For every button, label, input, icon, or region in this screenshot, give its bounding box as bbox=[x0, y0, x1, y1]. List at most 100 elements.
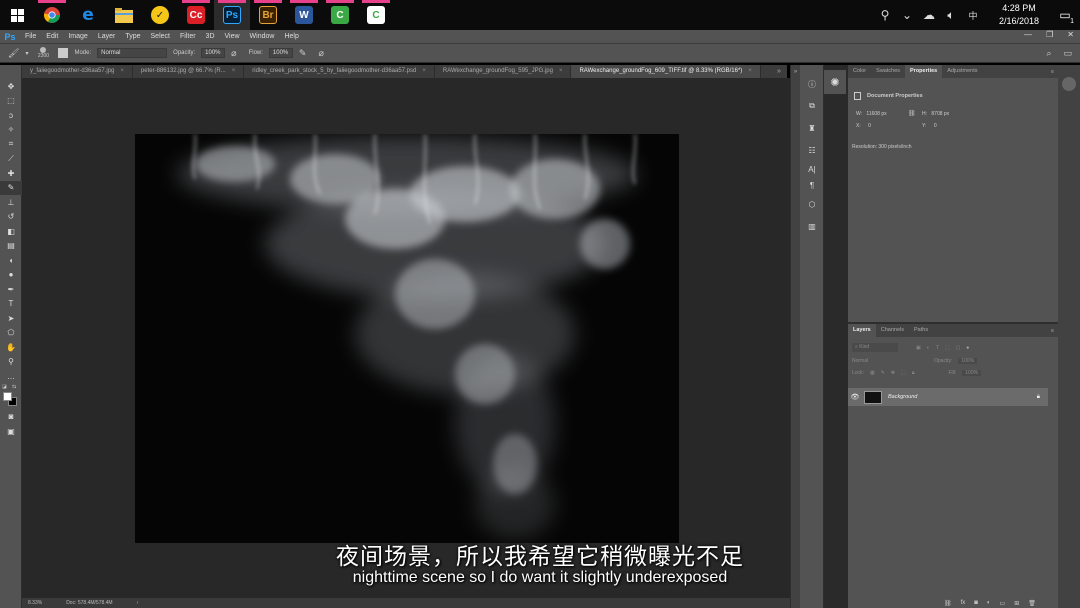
chevron-up-icon[interactable]: ⌄ bbox=[896, 8, 918, 22]
new-layer-icon[interactable]: ⊞ bbox=[1014, 600, 1019, 607]
tab-color[interactable]: Color bbox=[848, 65, 871, 78]
new-adjustment-icon[interactable]: ◐ bbox=[987, 600, 991, 607]
airbrush-icon[interactable]: ✎ bbox=[299, 48, 307, 59]
tab-document-5[interactable]: RAWexchange_groundFog_609_TIFF.tif @ 8.3… bbox=[571, 65, 761, 78]
volume-icon[interactable]: 🔈︎ bbox=[940, 8, 962, 23]
history-brush-tool-icon[interactable]: ↺ bbox=[0, 210, 22, 225]
document-canvas[interactable] bbox=[135, 134, 679, 543]
lock-all-icon[interactable]: 🔒︎ bbox=[912, 370, 915, 376]
menu-edit[interactable]: Edit bbox=[41, 33, 63, 40]
lock-image-icon[interactable]: ✎ bbox=[881, 370, 885, 376]
restore-icon[interactable]: ❐ bbox=[1046, 30, 1053, 39]
mode-select[interactable]: Normal bbox=[97, 48, 168, 58]
blur-tool-icon[interactable]: ◖ bbox=[0, 253, 22, 268]
filter-toggle-icon[interactable]: ● bbox=[966, 345, 969, 351]
taskbar-app-file-explorer[interactable] bbox=[106, 0, 142, 30]
eye-icon[interactable]: 👁︎ bbox=[848, 393, 862, 401]
dock-collapse-bar[interactable]: » bbox=[790, 65, 800, 608]
brush-preset-picker[interactable]: 2300 bbox=[34, 47, 52, 59]
close-icon[interactable]: × bbox=[232, 68, 236, 74]
tab-adjustments[interactable]: Adjustments bbox=[942, 65, 982, 78]
search-icon[interactable]: ⌕ bbox=[1046, 48, 1051, 59]
menu-image[interactable]: Image bbox=[63, 33, 92, 40]
filter-pixel-icon[interactable]: ▣ bbox=[916, 345, 921, 351]
panel-menu-icon[interactable]: ≡ bbox=[1051, 328, 1054, 334]
status-menu-arrow-icon[interactable]: › bbox=[137, 600, 139, 606]
x-value[interactable]: 0 bbox=[868, 123, 871, 129]
navigator-icon[interactable]: ✺ bbox=[824, 70, 846, 94]
tab-document-2[interactable]: peter-886132.jpg @ 66.7% (R... × bbox=[133, 65, 245, 78]
tab-paths[interactable]: Paths bbox=[909, 324, 933, 337]
people-icon[interactable]: ⚲ bbox=[874, 8, 896, 22]
tab-swatches[interactable]: Swatches bbox=[871, 65, 905, 78]
eraser-tool-icon[interactable]: ◧ bbox=[0, 224, 22, 239]
blend-mode-select[interactable]: Normal bbox=[852, 358, 920, 364]
minimize-icon[interactable]: — bbox=[1024, 30, 1032, 39]
start-button[interactable] bbox=[0, 0, 34, 30]
taskbar-app-bridge[interactable]: Br bbox=[250, 0, 286, 30]
link-icon[interactable]: ⛓︎ bbox=[908, 110, 916, 117]
size-pressure-icon[interactable]: ⌀ bbox=[318, 48, 323, 59]
screen-mode-icon[interactable]: ▣ bbox=[0, 424, 22, 439]
new-group-icon[interactable]: ▭ bbox=[1000, 600, 1006, 607]
menu-3d[interactable]: 3D bbox=[201, 33, 220, 40]
menu-layer[interactable]: Layer bbox=[93, 33, 121, 40]
3d-panel-icon[interactable]: ⬡ bbox=[800, 193, 824, 215]
taskbar-app-creative-cloud[interactable]: Cc bbox=[178, 0, 214, 30]
opacity-pressure-icon[interactable]: ⌀ bbox=[231, 48, 236, 59]
layer-name[interactable]: Background bbox=[888, 394, 917, 400]
taskbar-app-photoshop[interactable]: Ps bbox=[214, 0, 250, 30]
taskbar-app-chrome[interactable] bbox=[34, 0, 70, 30]
hand-tool-icon[interactable]: ✋ bbox=[0, 340, 22, 355]
dodge-tool-icon[interactable]: ● bbox=[0, 268, 22, 283]
menu-view[interactable]: View bbox=[220, 33, 245, 40]
type-tool-icon[interactable]: T bbox=[0, 297, 22, 312]
gradient-tool-icon[interactable]: ▤ bbox=[0, 239, 22, 254]
quick-select-tool-icon[interactable]: ✧ bbox=[0, 123, 22, 138]
close-icon[interactable]: × bbox=[559, 68, 563, 74]
taskbar-clock[interactable]: 4:28 PM 2/16/2018 bbox=[988, 2, 1050, 28]
workspace-icon[interactable]: ▭ bbox=[1063, 48, 1072, 59]
taskbar-app-edge[interactable]: e bbox=[70, 0, 106, 30]
menu-filter[interactable]: Filter bbox=[175, 33, 201, 40]
taskbar-app-camtasia-recorder[interactable]: C bbox=[358, 0, 394, 30]
character-panel-icon[interactable]: A| bbox=[800, 161, 824, 177]
close-icon[interactable]: × bbox=[422, 68, 426, 74]
onedrive-cloud-icon[interactable]: ☁ bbox=[918, 8, 940, 22]
brush-tool-icon[interactable]: ✎ bbox=[0, 180, 22, 195]
menu-file[interactable]: File bbox=[20, 33, 41, 40]
tab-document-1[interactable]: y_faiiegoodmother-d36aa57.jpg × bbox=[22, 65, 133, 78]
move-tool-icon[interactable]: ✥ bbox=[0, 79, 22, 94]
eyedropper-tool-icon[interactable]: ⟋ bbox=[0, 152, 22, 167]
filter-kind-select[interactable]: ⌕ Kind bbox=[852, 343, 898, 352]
zoom-level[interactable]: 8.33% bbox=[28, 600, 42, 606]
brush-tool-icon[interactable]: 🖌︎ bbox=[8, 48, 19, 59]
tabs-overflow-icon[interactable]: » bbox=[771, 65, 787, 78]
menu-type[interactable]: Type bbox=[120, 33, 145, 40]
clone-stamp-tool-icon[interactable]: ⊥ bbox=[0, 195, 22, 210]
healing-brush-tool-icon[interactable]: ✚ bbox=[0, 166, 22, 181]
keyboard-language-icon[interactable]: 中 bbox=[962, 9, 984, 22]
tab-channels[interactable]: Channels bbox=[876, 324, 909, 337]
tool-preset-chevron-icon[interactable]: ▾ bbox=[25, 50, 28, 57]
pen-tool-icon[interactable]: ✒ bbox=[0, 282, 22, 297]
link-layers-icon[interactable]: ⛓︎ bbox=[944, 600, 952, 607]
tool-presets-icon[interactable]: ♜ bbox=[800, 117, 824, 139]
layer-opacity-field[interactable]: 100% bbox=[958, 358, 978, 364]
filter-adjustment-icon[interactable]: ◐ bbox=[927, 345, 930, 351]
filter-type-icon[interactable]: T bbox=[936, 345, 939, 351]
layer-style-icon[interactable]: fx bbox=[961, 600, 966, 607]
taskbar-app-camtasia[interactable]: C bbox=[322, 0, 358, 30]
more-tools-icon[interactable]: … bbox=[0, 369, 22, 384]
opacity-field[interactable]: 100% bbox=[201, 48, 226, 58]
marquee-tool-icon[interactable]: ⬚ bbox=[0, 94, 22, 109]
close-icon[interactable]: × bbox=[748, 68, 752, 74]
panel-menu-icon[interactable]: ≡ bbox=[1051, 69, 1054, 75]
taskbar-app-word[interactable]: W bbox=[286, 0, 322, 30]
brush-settings-icon[interactable]: ☷ bbox=[800, 139, 824, 161]
default-colors-icon[interactable]: ◪ bbox=[2, 384, 7, 390]
taskbar-app-norton[interactable]: ✓ bbox=[142, 0, 178, 30]
lock-transparent-icon[interactable]: ▦ bbox=[870, 370, 875, 376]
crop-tool-icon[interactable]: ⌗ bbox=[0, 137, 22, 152]
layer-row-background[interactable]: 👁︎ Background 🔒︎ bbox=[848, 388, 1048, 406]
